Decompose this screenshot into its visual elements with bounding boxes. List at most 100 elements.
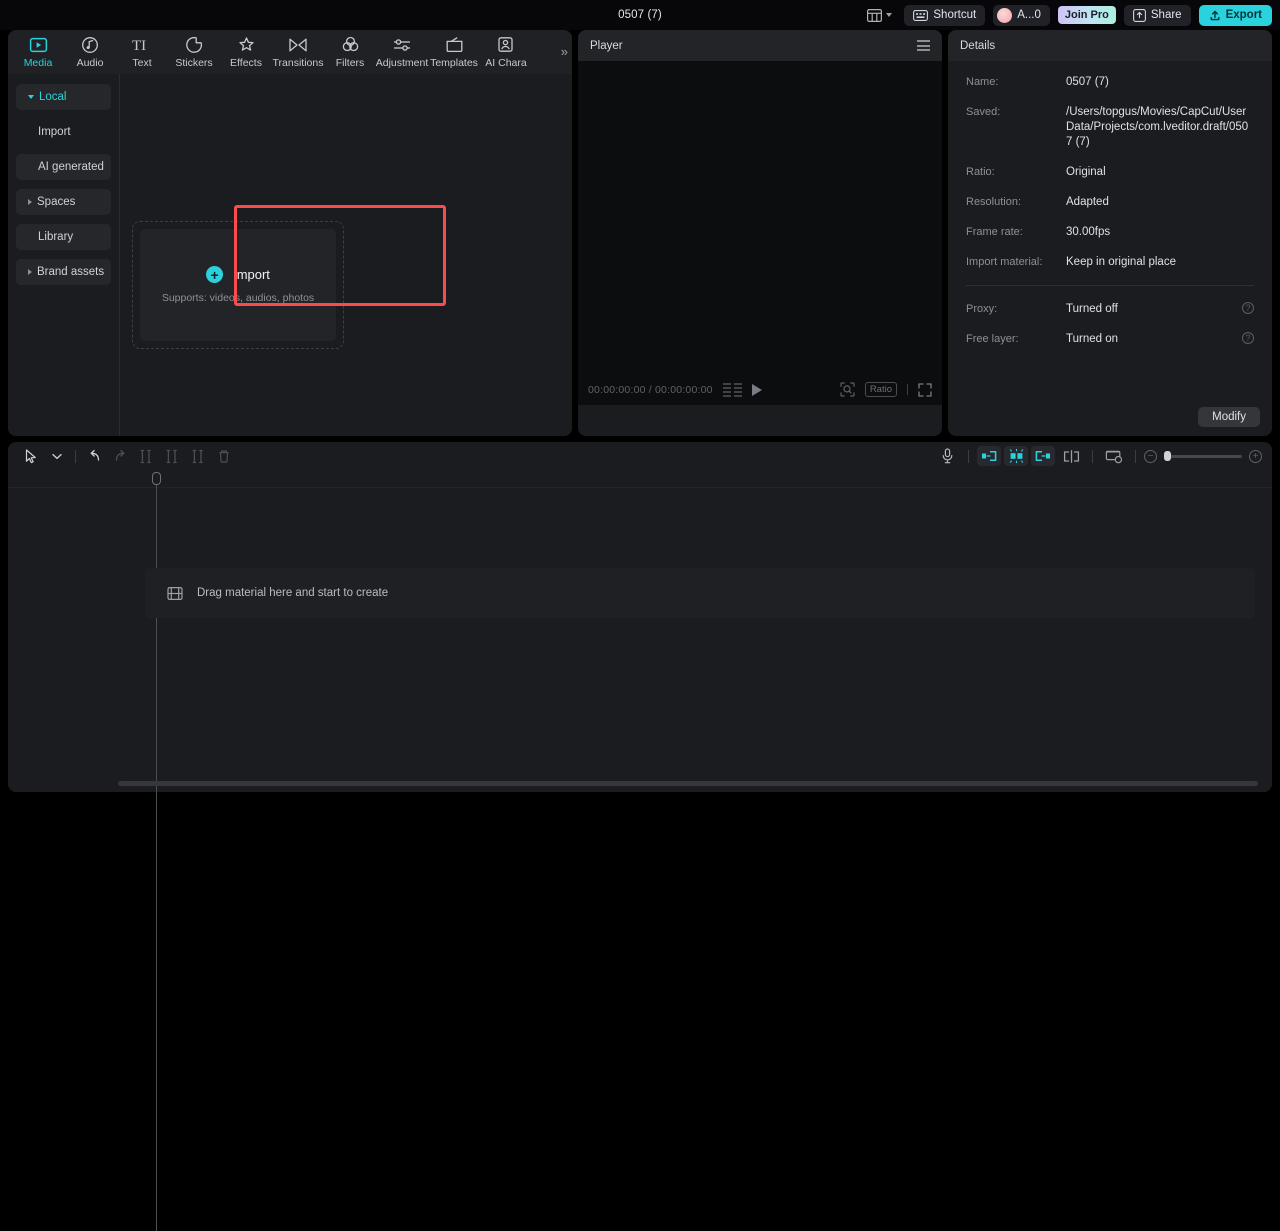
sidebar-item-label: Import xyxy=(38,126,71,138)
text-ti-icon: TI xyxy=(131,35,153,54)
chevron-down-icon[interactable] xyxy=(44,445,70,467)
snap-right-icon[interactable] xyxy=(1031,446,1055,466)
effects-sparkle-icon xyxy=(237,35,256,54)
account-button[interactable]: A...0 xyxy=(993,4,1050,26)
sidebar-item-local[interactable]: Local xyxy=(16,84,111,110)
tabs-overflow-button[interactable]: » xyxy=(561,44,568,59)
player-panel: Player 00:00:00:00 / 00:00:00:00 Ratio xyxy=(578,30,942,436)
trim-right-icon[interactable] xyxy=(185,445,211,467)
import-button[interactable]: + Import Supports: videos, audios, photo… xyxy=(140,229,336,341)
sidebar-item-brand-assets[interactable]: Brand assets xyxy=(16,259,111,285)
media-panel: Media Audio TI Text Stickers Effects Tra… xyxy=(8,30,572,436)
zoom-in-icon[interactable]: + xyxy=(1249,449,1262,463)
modify-button[interactable]: Modify xyxy=(1198,407,1260,427)
tab-audio[interactable]: Audio xyxy=(64,30,116,69)
player-title: Player xyxy=(590,39,623,52)
play-triangle-icon[interactable] xyxy=(751,383,762,396)
sidebar-item-label: Brand assets xyxy=(37,266,105,278)
ai-character-icon xyxy=(497,35,515,54)
cursor-select-icon[interactable] xyxy=(18,445,44,467)
detail-row-import-material: Import material: Keep in original place xyxy=(966,255,1254,270)
tab-transitions[interactable]: Transitions xyxy=(272,30,324,69)
timeline-canvas[interactable] xyxy=(8,488,1272,778)
media-play-frame-icon xyxy=(29,35,48,54)
shortcut-button[interactable]: Shortcut xyxy=(904,4,986,26)
detail-row-free-layer: Free layer: Turned on ? xyxy=(966,332,1254,347)
join-pro-button[interactable]: Join Pro xyxy=(1057,6,1116,24)
question-mark-icon[interactable]: ? xyxy=(1242,332,1254,344)
detail-key: Ratio: xyxy=(966,166,995,178)
magnifier-frame-icon[interactable] xyxy=(840,382,855,397)
transitions-bowtie-icon xyxy=(288,35,308,54)
detail-key: Resolution: xyxy=(966,196,1022,208)
detail-row-resolution: Resolution: Adapted xyxy=(966,195,1254,210)
tab-effects[interactable]: Effects xyxy=(220,30,272,69)
tool-tab-strip: Media Audio TI Text Stickers Effects Tra… xyxy=(8,30,572,74)
title-bar: 0507 (7) Shortcut A...0 Join Pro Share E… xyxy=(0,0,1280,30)
tab-label: Filters xyxy=(335,57,365,69)
zoom-out-icon[interactable]: − xyxy=(1144,449,1157,463)
details-title: Details xyxy=(960,39,996,52)
tab-ai-character[interactable]: AI Chara xyxy=(480,30,532,69)
split-marker-icon[interactable] xyxy=(1058,445,1084,467)
empty-track-text: Drag material here and start to create xyxy=(197,587,389,599)
undo-icon[interactable] xyxy=(81,445,107,467)
detail-key: Import material: xyxy=(966,256,1043,268)
microphone-icon[interactable] xyxy=(934,445,960,467)
timeline-ruler[interactable] xyxy=(8,470,1272,488)
detail-value: 0507 (7) xyxy=(1066,76,1109,88)
sidebar-item-spaces[interactable]: Spaces xyxy=(16,189,111,215)
sidebar-item-import[interactable]: Import xyxy=(16,119,111,145)
snap-left-icon[interactable] xyxy=(977,446,1001,466)
audio-note-icon xyxy=(81,35,99,54)
media-subpanel: Local Import AI generated Spaces Library… xyxy=(8,74,572,436)
tab-text[interactable]: TI Text xyxy=(116,30,168,70)
zoom-slider[interactable] xyxy=(1164,451,1242,461)
delete-trash-icon[interactable] xyxy=(211,445,237,467)
sidebar-item-label: AI generated xyxy=(38,161,104,173)
keyboard-icon xyxy=(913,9,929,21)
sidebar-item-library[interactable]: Library xyxy=(16,224,111,250)
import-dropzone[interactable]: + Import Supports: videos, audios, photo… xyxy=(132,221,344,349)
detail-key: Proxy: xyxy=(966,303,998,315)
split-icon[interactable] xyxy=(133,445,159,467)
question-mark-icon[interactable]: ? xyxy=(1242,302,1254,314)
tab-stickers[interactable]: Stickers xyxy=(168,30,220,69)
timeline-horizontal-scrollbar[interactable] xyxy=(118,781,1258,786)
share-box-icon xyxy=(1132,8,1146,22)
tab-filters[interactable]: Filters xyxy=(324,30,376,69)
player-header: Player xyxy=(578,30,942,61)
player-right-controls: Ratio xyxy=(840,382,932,397)
details-header: Details xyxy=(948,30,1272,61)
divider xyxy=(1135,449,1136,463)
tab-media[interactable]: Media xyxy=(12,30,64,69)
tab-templates[interactable]: Templates xyxy=(428,30,480,69)
divider xyxy=(75,449,76,463)
sidebar-item-ai-generated[interactable]: AI generated xyxy=(16,154,111,180)
avatar xyxy=(997,7,1013,23)
detail-row-ratio: Ratio: Original xyxy=(966,165,1254,180)
hamburger-menu-icon[interactable] xyxy=(917,40,930,51)
ratio-button[interactable]: Ratio xyxy=(864,382,897,397)
playhead-handle[interactable] xyxy=(152,472,161,485)
layout-switch-button[interactable] xyxy=(863,6,896,25)
svg-text:TI: TI xyxy=(132,38,146,53)
tab-label: Effects xyxy=(230,57,262,69)
empty-track-dropzone[interactable]: Drag material here and start to create xyxy=(145,568,1255,618)
tab-adjustment[interactable]: Adjustment xyxy=(376,30,428,69)
frame-step-icon[interactable] xyxy=(722,382,742,397)
detail-row-proxy: Proxy: Turned off ? xyxy=(966,302,1254,317)
trim-left-icon[interactable] xyxy=(159,445,185,467)
fullscreen-expand-icon[interactable] xyxy=(918,382,932,397)
redo-icon[interactable] xyxy=(107,445,133,467)
chevron-down-icon xyxy=(28,95,34,99)
auto-snap-icon[interactable] xyxy=(1004,446,1028,466)
export-button[interactable]: Export xyxy=(1198,4,1272,26)
adjust-track-icon[interactable] xyxy=(1101,445,1127,467)
film-strip-icon xyxy=(167,586,183,601)
share-button[interactable]: Share xyxy=(1123,4,1191,26)
details-panel: Details Name: 0507 (7) Saved: /Users/top… xyxy=(948,30,1272,436)
sticker-circle-icon xyxy=(185,35,203,54)
zoom-slider-knob[interactable] xyxy=(1164,451,1171,461)
player-stage[interactable]: 00:00:00:00 / 00:00:00:00 Ratio xyxy=(578,61,942,405)
